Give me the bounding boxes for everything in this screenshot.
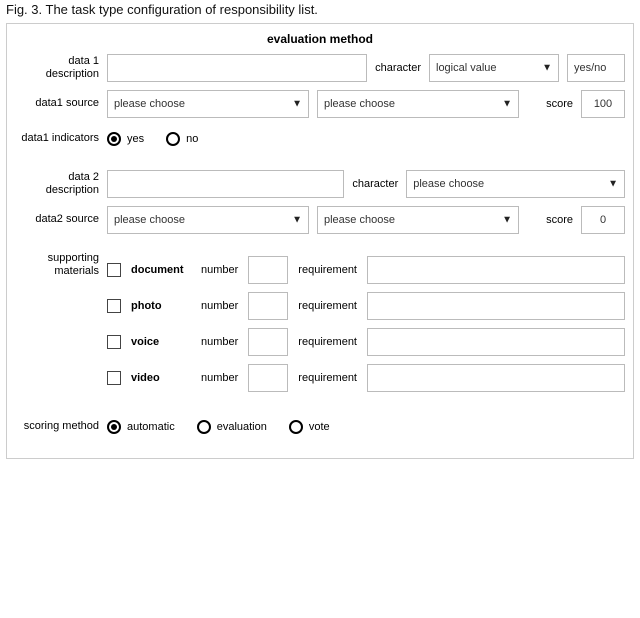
supporting-materials-label: supporting materials (15, 248, 99, 278)
scoring-method-label: scoring method (15, 414, 99, 440)
data1-description-label: data 1 description (15, 55, 99, 81)
data2-character-select[interactable]: please choose ▼ (406, 170, 625, 198)
data1-character-value: logical value (436, 62, 497, 74)
data2-score-input[interactable]: 0 (581, 206, 625, 234)
material-video-number-input[interactable] (248, 364, 288, 392)
data1-indicators-label: data1 indicators (15, 126, 99, 152)
data2-source-a-value: please choose (114, 214, 185, 226)
chevron-down-icon: ▼ (542, 63, 552, 74)
material-photo-number-input[interactable] (248, 292, 288, 320)
material-document-requirement-input[interactable] (367, 256, 625, 284)
material-row-voice: voice number requirement (107, 328, 625, 356)
yes-label: yes (127, 133, 144, 145)
radio-checked-icon (107, 132, 121, 146)
yesno-text: yes/no (574, 62, 606, 74)
number-label: number (201, 264, 238, 276)
material-document-label: document (131, 264, 191, 276)
scoring-evaluation-option[interactable]: evaluation (197, 420, 281, 434)
requirement-label: requirement (298, 264, 357, 276)
requirement-label: requirement (298, 372, 357, 384)
data1-score-input[interactable]: 100 (581, 90, 625, 118)
data2-source-select-a[interactable]: please choose ▼ (107, 206, 309, 234)
radio-unchecked-icon (197, 420, 211, 434)
score-label-1: score (527, 98, 573, 110)
evaluation-label: evaluation (217, 421, 267, 433)
material-video-requirement-input[interactable] (367, 364, 625, 392)
data2-source-select-b[interactable]: please choose ▼ (317, 206, 519, 234)
material-row-photo: photo number requirement (107, 292, 625, 320)
data1-description-input[interactable] (107, 54, 367, 82)
data1-source-select-b[interactable]: please choose ▼ (317, 90, 519, 118)
material-document-checkbox[interactable] (107, 263, 121, 277)
material-photo-requirement-input[interactable] (367, 292, 625, 320)
data2-score-value: 0 (600, 214, 606, 226)
yesno-cell[interactable]: yes/no (567, 54, 625, 82)
material-voice-number-input[interactable] (248, 328, 288, 356)
radio-checked-icon (107, 420, 121, 434)
requirement-label: requirement (298, 300, 357, 312)
material-video-label: video (131, 372, 191, 384)
evaluation-panel: evaluation method data 1 description cha… (6, 23, 634, 459)
data2-source-label: data2 source (15, 213, 99, 226)
chevron-down-icon: ▼ (292, 215, 302, 226)
number-label: number (201, 300, 238, 312)
chevron-down-icon: ▼ (502, 215, 512, 226)
data1-source-a-value: please choose (114, 98, 185, 110)
automatic-label: automatic (127, 421, 175, 433)
scoring-automatic-option[interactable]: automatic (107, 420, 189, 434)
chevron-down-icon: ▼ (608, 179, 618, 190)
material-voice-label: voice (131, 336, 191, 348)
no-label: no (186, 133, 198, 145)
material-voice-requirement-input[interactable] (367, 328, 625, 356)
character-label-1: character (375, 62, 421, 74)
data1-indicators-no-option[interactable]: no (166, 132, 212, 146)
data1-score-value: 100 (594, 98, 612, 110)
material-row-document: document number requirement (107, 256, 625, 284)
chevron-down-icon: ▼ (502, 99, 512, 110)
data1-indicators-yes-option[interactable]: yes (107, 132, 158, 146)
data2-character-value: please choose (413, 178, 484, 190)
data2-description-input[interactable] (107, 170, 344, 198)
chevron-down-icon: ▼ (292, 99, 302, 110)
number-label: number (201, 336, 238, 348)
data1-source-select-a[interactable]: please choose ▼ (107, 90, 309, 118)
material-photo-checkbox[interactable] (107, 299, 121, 313)
data2-source-b-value: please choose (324, 214, 395, 226)
material-row-video: video number requirement (107, 364, 625, 392)
radio-unchecked-icon (166, 132, 180, 146)
panel-title: evaluation method (15, 32, 625, 46)
data1-character-select[interactable]: logical value ▼ (429, 54, 559, 82)
score-label-2: score (527, 214, 573, 226)
scoring-vote-option[interactable]: vote (289, 420, 344, 434)
materials-list: document number requirement photo number… (107, 248, 625, 400)
material-photo-label: photo (131, 300, 191, 312)
data2-description-label: data 2 description (15, 171, 99, 197)
vote-label: vote (309, 421, 330, 433)
number-label: number (201, 372, 238, 384)
requirement-label: requirement (298, 336, 357, 348)
data1-source-b-value: please choose (324, 98, 395, 110)
material-video-checkbox[interactable] (107, 371, 121, 385)
material-document-number-input[interactable] (248, 256, 288, 284)
material-voice-checkbox[interactable] (107, 335, 121, 349)
data1-source-label: data1 source (15, 97, 99, 110)
character-label-2: character (352, 178, 398, 190)
radio-unchecked-icon (289, 420, 303, 434)
figure-caption: Fig. 3. The task type configuration of r… (0, 0, 640, 21)
